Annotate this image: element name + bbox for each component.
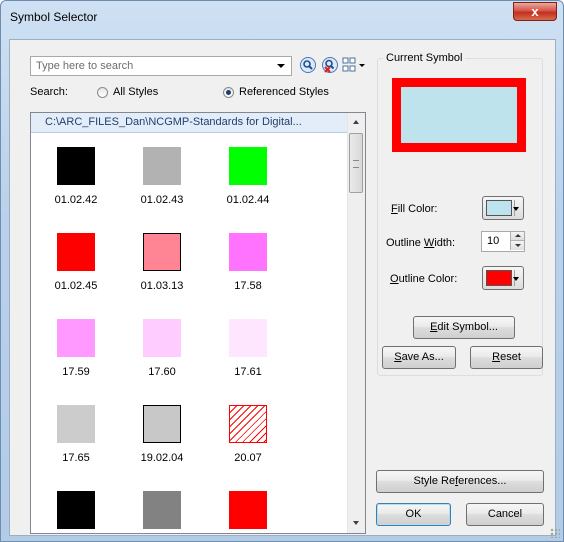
save-as-button[interactable]: Save As... bbox=[382, 346, 456, 369]
symbol-item[interactable]: 17.60 bbox=[119, 309, 205, 395]
style-references-button[interactable]: Style References... bbox=[376, 470, 544, 493]
symbol-label: 01.02.43 bbox=[140, 194, 184, 206]
dialog-body: Search: All Styles Referenced Styles C:\… bbox=[9, 39, 556, 536]
symbol-item[interactable]: 01.02.44 bbox=[205, 137, 291, 223]
symbol-item[interactable]: 01.02.45 bbox=[33, 223, 119, 309]
symbol-label: 17.65 bbox=[62, 452, 90, 464]
outline-color-swatch bbox=[486, 270, 512, 286]
current-symbol-title: Current Symbol bbox=[383, 52, 466, 64]
resize-grip-icon[interactable] bbox=[550, 528, 560, 538]
symbol-swatch bbox=[57, 147, 95, 185]
symbol-item[interactable]: 01.03.13 bbox=[119, 223, 205, 309]
symbol-swatch bbox=[143, 405, 181, 443]
radio-all-styles-label[interactable]: All Styles bbox=[113, 86, 158, 98]
symbol-label: 17.60 bbox=[148, 366, 176, 378]
symbol-swatch bbox=[57, 491, 95, 529]
spin-up-icon[interactable] bbox=[510, 232, 524, 241]
symbol-item[interactable]: 17.65 bbox=[33, 395, 119, 481]
symbol-item[interactable] bbox=[33, 481, 119, 533]
symbol-label: 19.02.04 bbox=[140, 452, 184, 464]
symbol-item[interactable]: 19.02.04 bbox=[119, 395, 205, 481]
chevron-down-icon bbox=[513, 207, 519, 211]
search-scope-label: Search: bbox=[30, 86, 68, 98]
outline-color-label: Outline Color: bbox=[390, 273, 458, 285]
symbol-swatch bbox=[229, 491, 267, 529]
symbol-swatch bbox=[229, 233, 267, 271]
symbol-item[interactable]: 17.61 bbox=[205, 309, 291, 395]
grip-icon bbox=[353, 160, 359, 168]
symbol-swatch bbox=[143, 491, 181, 529]
window-title: Symbol Selector bbox=[10, 10, 98, 24]
symbol-label: 17.61 bbox=[234, 366, 262, 378]
vertical-scrollbar[interactable] bbox=[347, 113, 365, 533]
close-button[interactable]: x bbox=[513, 2, 557, 21]
symbol-label: 17.59 bbox=[62, 366, 90, 378]
symbol-label: 01.02.44 bbox=[226, 194, 270, 206]
symbol-preview bbox=[392, 78, 526, 152]
view-options-icon[interactable] bbox=[342, 56, 366, 74]
outline-width-label: Outline Width: bbox=[386, 237, 456, 249]
outline-width-value[interactable]: 10 bbox=[487, 235, 499, 247]
symbol-label: 01.02.45 bbox=[54, 280, 98, 292]
symbol-swatch bbox=[57, 405, 95, 443]
symbol-label: 17.58 bbox=[234, 280, 262, 292]
fill-color-button[interactable] bbox=[482, 196, 524, 220]
symbol-label: 20.07 bbox=[234, 452, 262, 464]
symbol-item[interactable]: 01.02.43 bbox=[119, 137, 205, 223]
outline-width-spinner[interactable]: 10 bbox=[481, 231, 525, 252]
scrollbar-thumb[interactable] bbox=[349, 133, 363, 193]
style-file-header[interactable]: C:\ARC_FILES_Dan\NCGMP-Standards for Dig… bbox=[31, 113, 349, 133]
spin-down-icon[interactable] bbox=[510, 241, 524, 250]
clear-search-icon[interactable] bbox=[321, 56, 339, 74]
symbol-swatch bbox=[229, 319, 267, 357]
symbol-swatch bbox=[229, 147, 267, 185]
radio-referenced-styles-label[interactable]: Referenced Styles bbox=[239, 86, 329, 98]
search-icon[interactable] bbox=[299, 56, 317, 74]
symbol-item[interactable] bbox=[205, 481, 291, 533]
fill-color-swatch bbox=[486, 200, 512, 216]
symbol-label: 01.03.13 bbox=[140, 280, 184, 292]
search-combobox[interactable] bbox=[30, 56, 292, 76]
symbol-item[interactable]: 17.59 bbox=[33, 309, 119, 395]
edit-symbol-button[interactable]: Edit Symbol... bbox=[413, 316, 515, 339]
symbol-item[interactable]: 20.07 bbox=[205, 395, 291, 481]
ok-button[interactable]: OK bbox=[376, 503, 451, 526]
fill-color-label: Fill Color: bbox=[391, 203, 438, 215]
symbol-label: 01.02.42 bbox=[54, 194, 98, 206]
symbol-swatch bbox=[143, 233, 181, 271]
reset-button[interactable]: Reset bbox=[470, 346, 543, 369]
radio-referenced-styles[interactable] bbox=[223, 87, 234, 98]
close-icon: x bbox=[531, 4, 539, 19]
symbol-item[interactable] bbox=[119, 481, 205, 533]
chevron-down-icon[interactable] bbox=[277, 64, 285, 68]
scroll-up-icon[interactable] bbox=[353, 120, 359, 124]
symbol-item[interactable]: 01.02.42 bbox=[33, 137, 119, 223]
symbol-swatch bbox=[143, 319, 181, 357]
title-bar[interactable]: Symbol Selector x bbox=[1, 1, 563, 31]
outline-color-button[interactable] bbox=[482, 266, 524, 290]
scroll-down-icon[interactable] bbox=[353, 521, 359, 525]
chevron-down-icon bbox=[513, 277, 519, 281]
symbol-swatch bbox=[57, 319, 95, 357]
symbol-list[interactable]: C:\ARC_FILES_Dan\NCGMP-Standards for Dig… bbox=[30, 112, 366, 534]
symbol-item[interactable]: 17.58 bbox=[205, 223, 291, 309]
search-input[interactable] bbox=[36, 59, 261, 73]
symbol-swatch bbox=[57, 233, 95, 271]
radio-all-styles[interactable] bbox=[97, 87, 108, 98]
symbol-swatch bbox=[143, 147, 181, 185]
symbol-swatch bbox=[229, 405, 267, 443]
symbol-selector-window: Symbol Selector x Search: bbox=[0, 0, 564, 542]
cancel-button[interactable]: Cancel bbox=[466, 503, 544, 526]
